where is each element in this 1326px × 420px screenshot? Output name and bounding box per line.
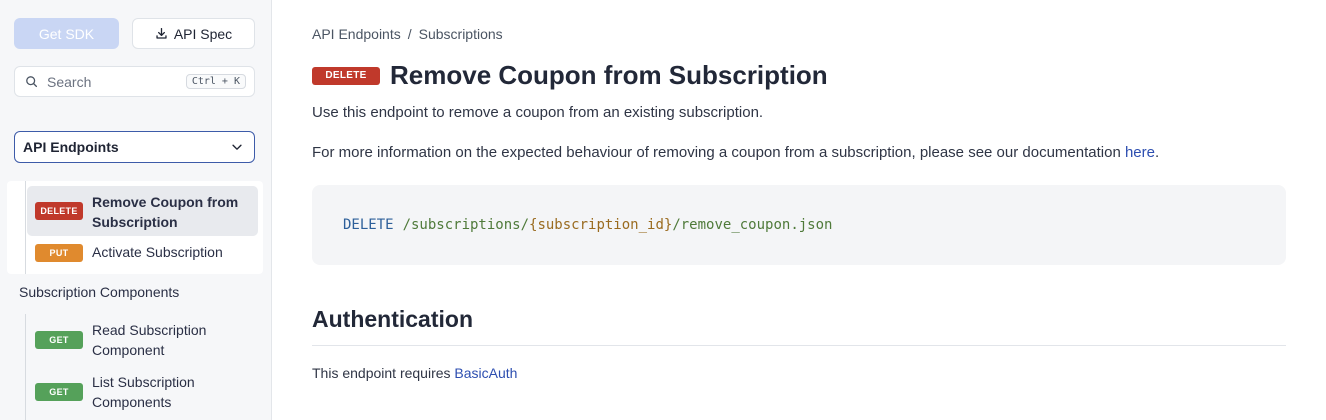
more-info-text: For more information on the expected beh… <box>312 144 1121 161</box>
nav-tree-line <box>25 314 26 420</box>
section-select-value: API Endpoints <box>23 139 119 155</box>
method-badge: DELETE <box>312 66 380 85</box>
page-title: Remove Coupon from Subscription <box>390 60 828 90</box>
method-badge: DELETE <box>35 202 83 220</box>
sidebar-item-remove-coupon[interactable]: DELETE Remove Coupon from Subscription <box>27 186 258 236</box>
code-method: DELETE <box>343 217 394 233</box>
nav-group-title[interactable]: Subscription Components <box>19 284 179 300</box>
nav-tree-line <box>25 181 26 274</box>
get-sdk-button[interactable]: Get SDK <box>14 18 119 49</box>
sidebar-item-label: Activate Subscription <box>92 244 223 260</box>
download-icon <box>156 27 167 39</box>
get-sdk-label: Get SDK <box>38 25 95 42</box>
page-header: DELETE Remove Coupon from Subscription <box>312 60 828 91</box>
sidebar-item-activate-subscription[interactable]: PUT Activate Subscription <box>35 242 258 264</box>
basic-auth-link[interactable]: BasicAuth <box>454 365 517 381</box>
divider <box>312 345 1286 346</box>
chevron-down-icon <box>232 144 242 150</box>
more-info-suffix: . <box>1155 144 1160 161</box>
breadcrumb-item-subscriptions[interactable]: Subscriptions <box>419 26 503 42</box>
authentication-heading: Authentication <box>312 306 473 332</box>
sidebar-item-label: Read Subscription Component <box>92 322 207 358</box>
sidebar-item-read-subscription-component[interactable]: GET Read Subscription Component <box>35 320 255 362</box>
code-path-prefix: /subscriptions/ <box>402 217 530 233</box>
code-path-suffix: /remove_coupon.json <box>672 217 833 233</box>
authentication-text: This endpoint requires BasicAuth <box>312 365 517 381</box>
method-badge: GET <box>35 331 83 349</box>
sidebar: Get SDK API Spec Search Ctrl + K API End… <box>0 0 272 420</box>
sidebar-item-label: Remove Coupon from Subscription <box>92 194 239 230</box>
section-select[interactable]: API Endpoints <box>14 131 255 163</box>
api-spec-label: API Spec <box>173 25 233 42</box>
breadcrumb-separator: / <box>407 26 412 42</box>
endpoint-code-block: DELETE/subscriptions/{subscription_id}/r… <box>312 185 1286 265</box>
code-path-param: {subscription_id} <box>529 217 673 233</box>
api-spec-button[interactable]: API Spec <box>132 18 255 49</box>
sidebar-item-label: List Subscription Components <box>92 374 195 410</box>
breadcrumb-item-api-endpoints[interactable]: API Endpoints <box>312 26 401 42</box>
auth-text: This endpoint requires <box>312 365 451 381</box>
search-placeholder: Search <box>47 73 92 90</box>
search-shortcut: Ctrl + K <box>185 74 246 89</box>
endpoint-description: Use this endpoint to remove a coupon fro… <box>312 104 764 121</box>
search-icon <box>26 76 38 88</box>
more-info-paragraph: For more information on the expected beh… <box>312 144 1159 161</box>
search-input[interactable]: Search Ctrl + K <box>14 66 255 97</box>
breadcrumb: API Endpoints / Subscriptions <box>312 26 503 42</box>
sidebar-item-list-subscription-components[interactable]: GET List Subscription Components <box>35 372 255 414</box>
nav-group-subscriptions: DELETE Remove Coupon from Subscription P… <box>7 181 263 274</box>
documentation-link[interactable]: here <box>1125 144 1155 161</box>
method-badge: GET <box>35 383 83 401</box>
method-badge: PUT <box>35 244 83 262</box>
